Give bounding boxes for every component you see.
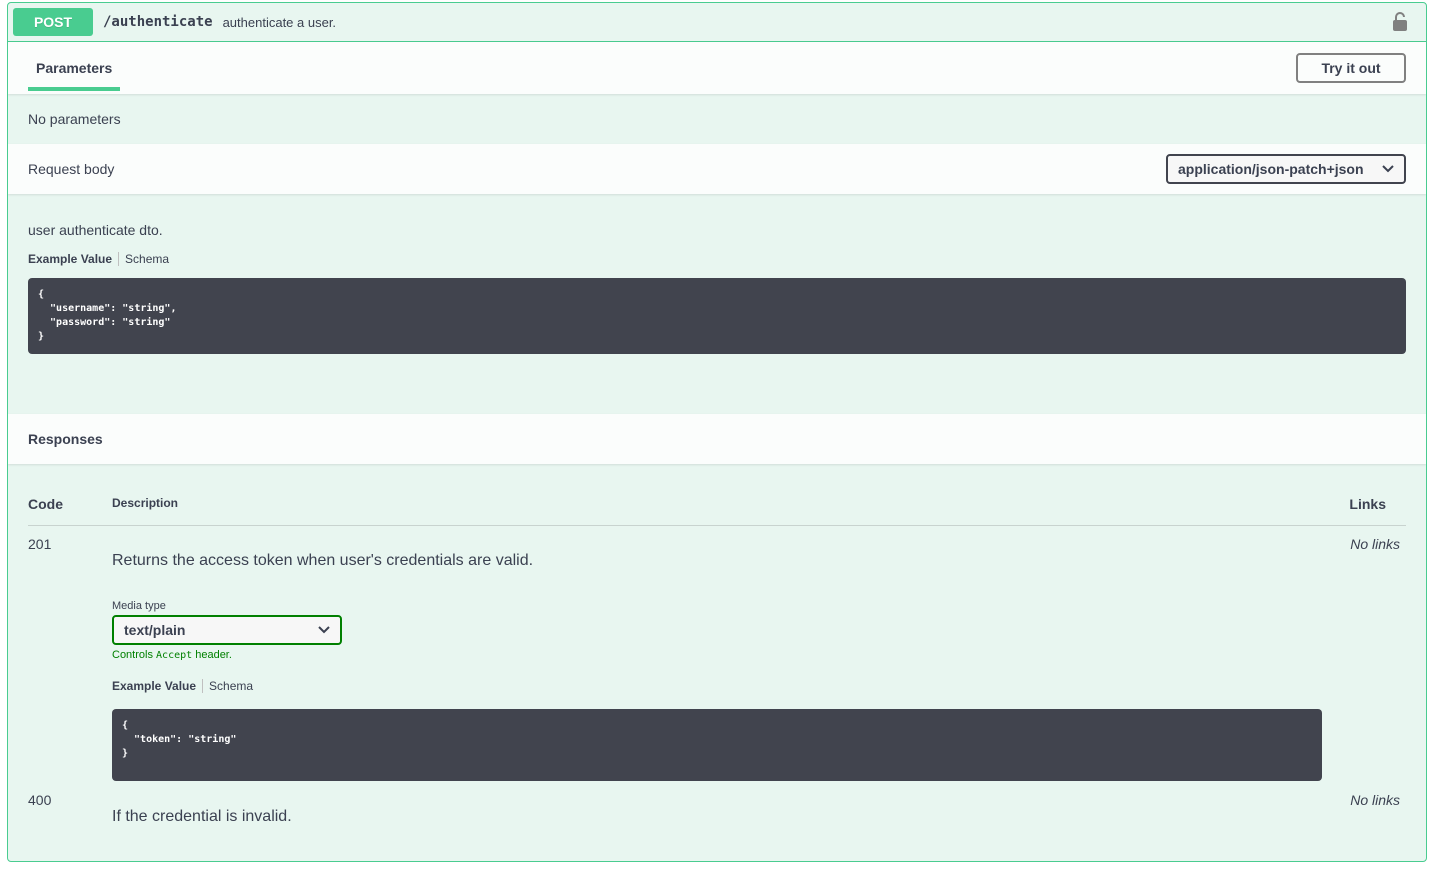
- column-description: Description: [112, 496, 179, 510]
- response-links: No links: [1350, 536, 1400, 552]
- response-description: If the credential is invalid.: [112, 808, 292, 825]
- responses-table-header: Code Description Links: [28, 488, 1406, 526]
- request-body-header: Request body application/json-patch+json: [8, 144, 1426, 194]
- response-code: 400: [28, 792, 52, 808]
- chevron-down-icon: [318, 626, 330, 634]
- content-type-value: application/json-patch+json: [1178, 161, 1364, 177]
- response-description: Returns the access token when user's cre…: [112, 552, 534, 569]
- lock-icon[interactable]: [1392, 12, 1408, 32]
- request-body-content: user authenticate dto. Example Value Sch…: [8, 194, 1426, 414]
- column-links: Links: [1349, 496, 1386, 512]
- request-example-tabs: Example Value Schema: [28, 252, 1406, 266]
- column-code: Code: [28, 496, 63, 512]
- responses-title: Responses: [28, 431, 103, 447]
- chevron-down-icon: [1382, 165, 1394, 173]
- tab-schema[interactable]: Schema: [203, 679, 253, 693]
- tab-example-value[interactable]: Example Value: [28, 252, 120, 266]
- note-prefix: Controls: [112, 649, 153, 661]
- table-row: 201 Returns the access token when user's…: [28, 536, 1406, 786]
- method-badge: POST: [13, 8, 93, 36]
- tab-schema[interactable]: Schema: [119, 252, 169, 266]
- content-type-select[interactable]: application/json-patch+json: [1166, 154, 1406, 184]
- operation-summary[interactable]: POST /authenticate authenticate a user.: [8, 3, 1426, 42]
- parameters-header: Parameters Try it out: [8, 42, 1426, 94]
- request-body-title: Request body: [28, 161, 115, 177]
- responses-header: Responses: [8, 414, 1426, 464]
- operation-description: authenticate a user.: [222, 14, 337, 30]
- response-links: No links: [1350, 792, 1400, 808]
- request-example-code: { "username": "string", "password": "str…: [28, 278, 1406, 354]
- operation-block: POST /authenticate authenticate a user. …: [7, 2, 1427, 862]
- response-code: 201: [28, 536, 52, 552]
- media-type-label: Media type: [112, 600, 166, 612]
- media-type-value: text/plain: [124, 622, 186, 638]
- media-type-select[interactable]: text/plain: [112, 615, 342, 645]
- note-code: Accept: [156, 650, 193, 661]
- tab-example-value[interactable]: Example Value: [112, 679, 204, 693]
- request-body-description: user authenticate dto.: [28, 222, 163, 238]
- response-example-code: { "token": "string" }: [112, 709, 1322, 781]
- try-it-out-button[interactable]: Try it out: [1296, 53, 1406, 83]
- no-parameters-text: No parameters: [28, 111, 121, 127]
- note-suffix: header.: [195, 649, 232, 661]
- tab-parameters[interactable]: Parameters: [28, 42, 121, 94]
- table-row: 400 If the credential is invalid. No lin…: [28, 792, 1406, 842]
- media-type-note: Controls Accept header.: [112, 649, 232, 661]
- response-example-tabs: Example Value Schema: [112, 679, 253, 693]
- operation-path: /authenticate: [103, 14, 213, 30]
